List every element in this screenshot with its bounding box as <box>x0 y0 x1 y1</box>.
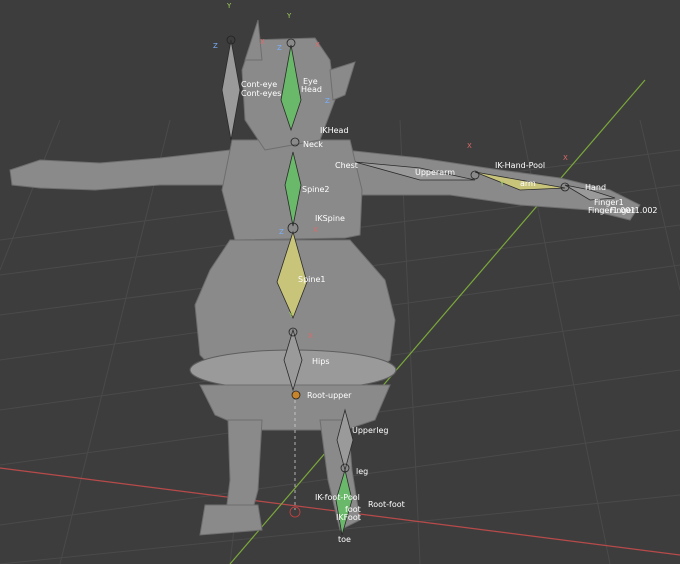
axis-z-conteye: Z <box>213 42 218 50</box>
joint-root-upper[interactable] <box>291 390 301 400</box>
bone-cont-eye[interactable] <box>221 39 241 141</box>
label-ik-hand-pool: IK-Hand-Pool <box>495 161 545 170</box>
label-toe: toe <box>338 535 351 544</box>
left-arm-mesh <box>9 149 236 191</box>
label-upperarm: Upperarm <box>415 168 455 177</box>
label-cont-eyes: Cont-eyes <box>241 89 281 98</box>
axis-z-spine: Z <box>279 228 284 236</box>
label-leg: leg <box>356 467 368 476</box>
axis-x-conteye: X <box>260 38 265 46</box>
label-ik-foot-pool: IK-foot-Pool <box>315 493 360 502</box>
label-chest: Chest <box>335 161 358 170</box>
axis-z-head: Z <box>277 44 282 52</box>
axis-y-arm: Y <box>499 180 505 188</box>
label-spine1: Spine1 <box>298 275 325 284</box>
axis-x-hand: X <box>563 154 568 162</box>
label-arm: arm <box>520 179 536 188</box>
axis-x-spine: X <box>313 226 318 234</box>
label-neck: Neck <box>303 140 323 149</box>
label-ik-foot: IKFoot <box>336 513 361 522</box>
label-hips: Hips <box>312 357 329 366</box>
ear-right-mesh <box>329 61 356 101</box>
label-ik-spine: IKSpine <box>315 214 345 223</box>
left-boot-mesh <box>199 504 263 536</box>
axis-z-neck: Z <box>325 97 330 105</box>
axis-y-head: Y <box>286 12 292 20</box>
label-spine2: Spine2 <box>302 185 329 194</box>
label-cont-eye: Cont-eye <box>241 80 277 89</box>
label-upperleg: Upperleg <box>352 426 388 435</box>
axis-x-head: X <box>315 41 320 49</box>
label-hand: Hand <box>585 183 606 192</box>
axis-y-hips: Y <box>288 311 294 319</box>
label-root-upper: Root-upper <box>307 391 352 400</box>
3d-viewport[interactable]: Y Z X Y Z X Z X Y X X Y X Z Cont-eye Con… <box>0 0 680 564</box>
axis-x-hips: X <box>308 332 313 340</box>
label-finger1-002: Finger1.002 <box>610 206 658 215</box>
label-root-foot: Root-foot <box>368 500 405 509</box>
label-ik-head: IKHead <box>320 126 349 135</box>
axis-y-conteye: Y <box>226 2 232 10</box>
label-head: Head <box>301 85 322 94</box>
viewport-canvas[interactable]: Y Z X Y Z X Z X Y X X Y X Z Cont-eye Con… <box>0 0 680 564</box>
axis-x-arm: X <box>467 142 472 150</box>
